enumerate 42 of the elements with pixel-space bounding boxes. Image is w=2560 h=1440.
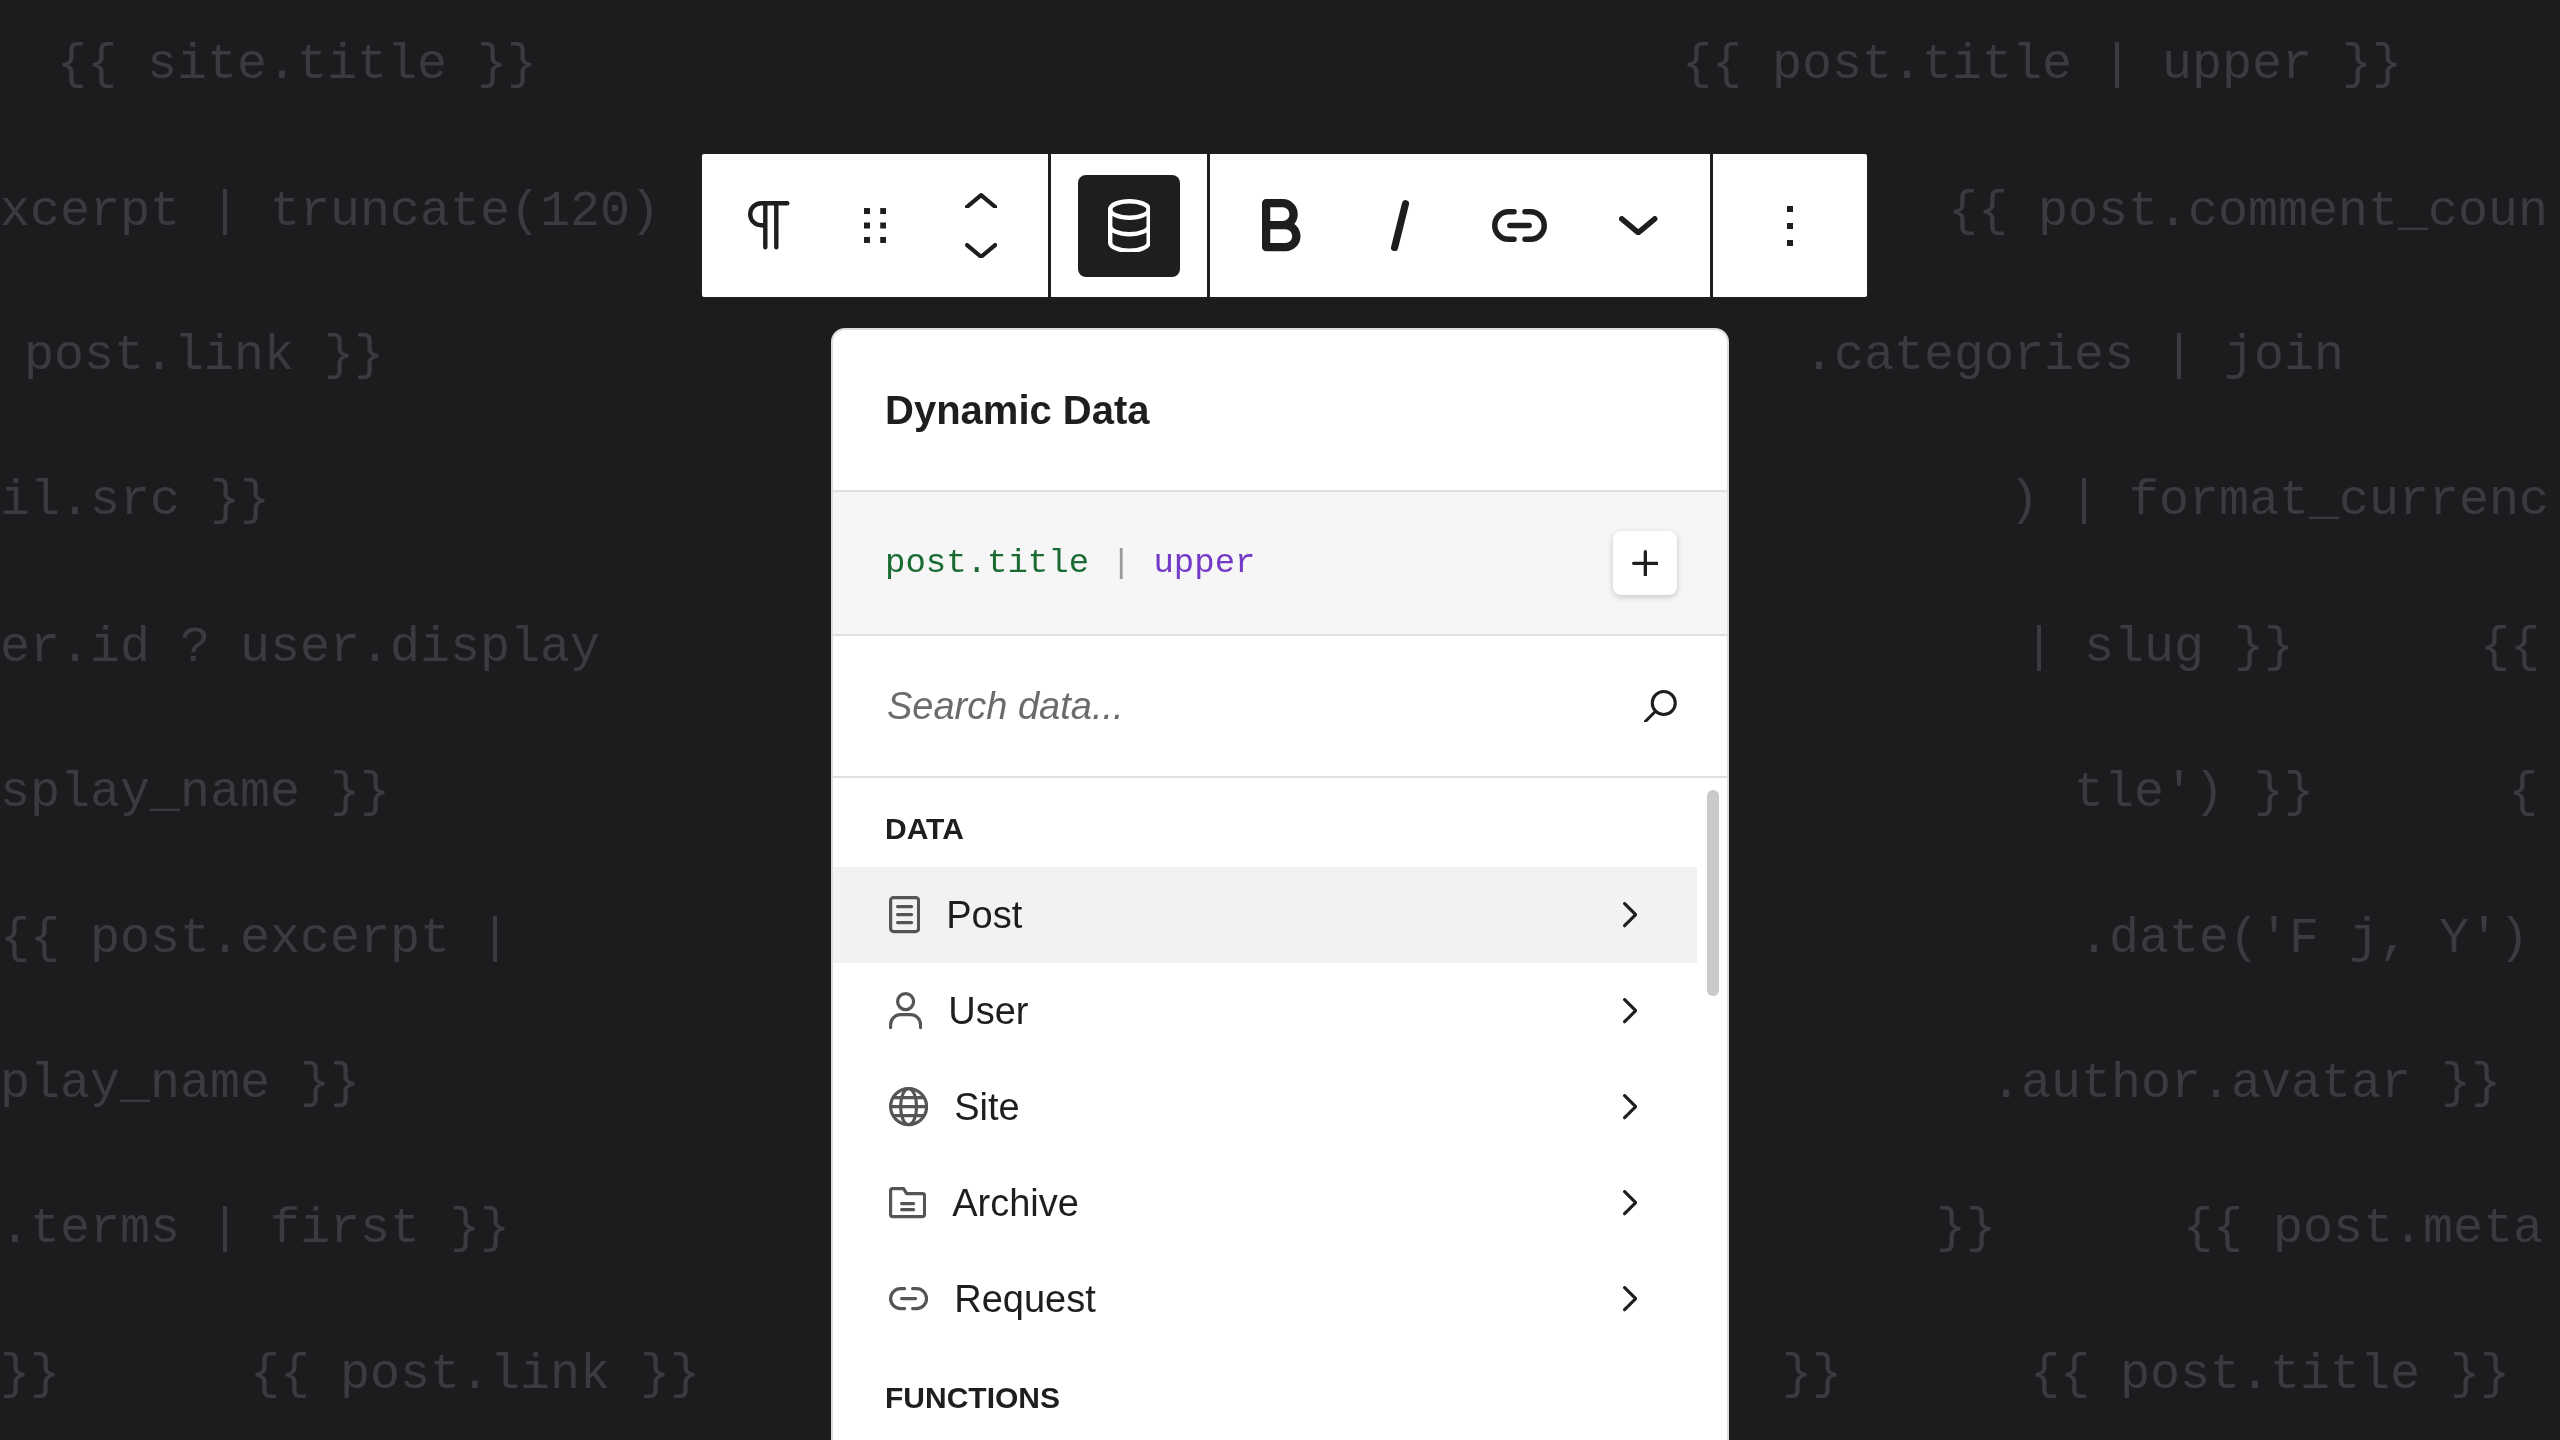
chevron-down-icon [1619,215,1658,236]
paragraph-icon [748,201,790,250]
section-heading: FUNCTIONS [884,1380,1061,1416]
scrollbar-thumb[interactable] [1707,790,1719,996]
search-icon [1644,689,1677,723]
pipe-separator: | [1111,542,1132,584]
data-source-item[interactable]: User [833,963,1697,1059]
chevron-right-icon [1622,1286,1637,1312]
folder-icon [889,1187,927,1219]
chevron-right-icon [1622,902,1637,928]
data-path: post.title [885,542,1090,584]
plus-icon [1631,549,1659,577]
add-button[interactable] [1613,531,1677,595]
filter-name: upper [1153,542,1256,584]
chevron-right-icon [1622,1094,1637,1120]
user-icon [889,992,923,1030]
globe-icon [889,1087,929,1127]
data-source-item[interactable]: Site [833,1059,1697,1155]
link-icon [1492,209,1547,242]
chevron-down-icon [964,242,998,259]
panel-title: Dynamic Data [885,387,1150,434]
chevron-right-icon [1622,1190,1637,1216]
drag-handle-icon [863,208,887,243]
code-snippet: }} [1936,1199,1996,1259]
link-icon [889,1287,929,1311]
data-source-item[interactable]: Archive [833,1155,1697,1251]
data-source-item[interactable]: Post [833,867,1697,963]
code-snippet: {{ [2480,618,2540,678]
database-button[interactable] [1078,174,1180,277]
section-heading: DATA [884,811,965,847]
italic-icon [1391,199,1410,252]
bold-icon [1262,199,1301,252]
document-icon [889,896,921,934]
chevron-up-icon [964,192,998,209]
more-options-icon [1787,205,1793,246]
code-snippet: { [2508,763,2538,823]
code-snippet: }} [0,1345,60,1405]
data-source-item[interactable]: Request [833,1251,1697,1347]
code-snippet: }} [1782,1345,1842,1405]
database-icon [1107,198,1151,253]
search-field[interactable]: Search data... [885,676,1645,736]
chevron-right-icon [1622,998,1637,1024]
